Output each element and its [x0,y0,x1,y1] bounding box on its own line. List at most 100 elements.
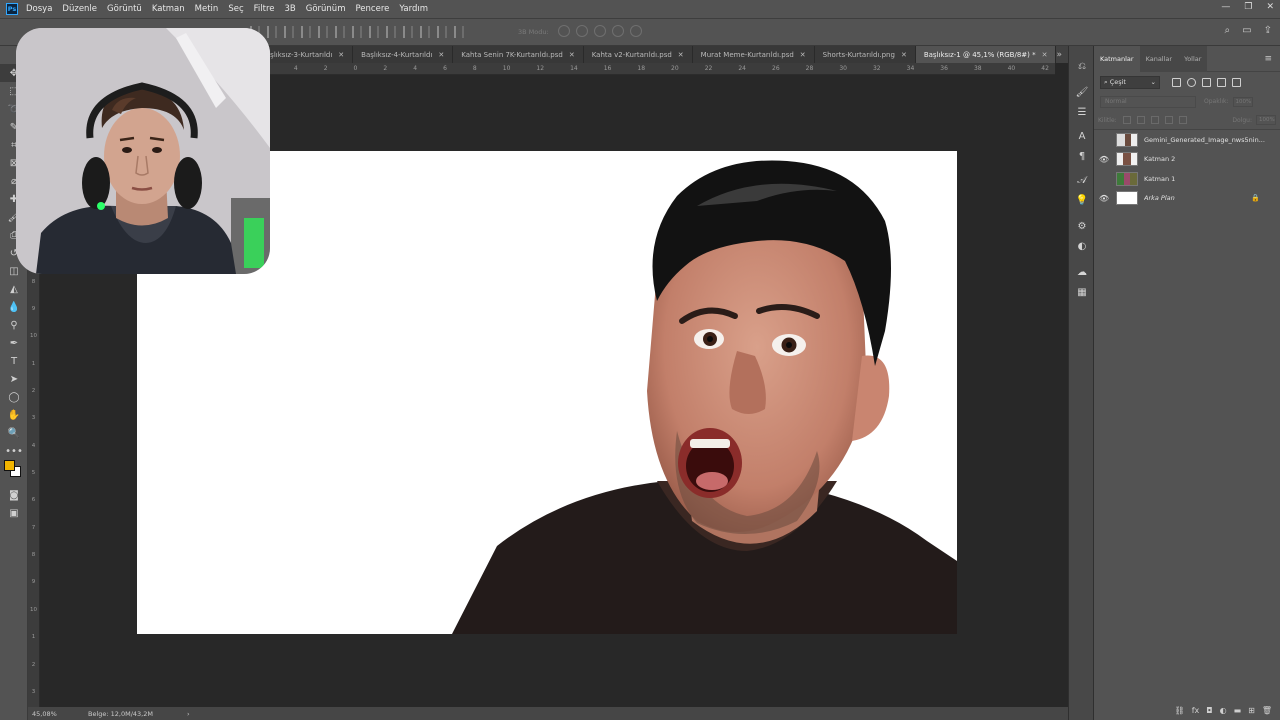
menu-sec[interactable]: Seç [228,4,243,14]
restore-button[interactable]: ❐ [1244,2,1252,12]
filter-smart-object-icon[interactable] [1232,77,1241,87]
link-layers-icon[interactable]: ⛓ [1175,706,1185,715]
layer-filter-select[interactable]: ⌕ Çeşit ⌄ [1100,75,1160,89]
align-vcenter-icon[interactable] [267,26,277,38]
filter-pixel-icon[interactable] [1172,77,1181,87]
3d-orbit-icon[interactable] [558,25,570,37]
tab-close-icon[interactable]: ✕ [1042,51,1048,59]
new-group-icon[interactable]: ▬ [1234,706,1242,715]
align-hcenter-icon[interactable] [318,26,328,38]
tab-murat-meme[interactable]: Murat Meme-Kurtarıldı.psd ✕ [692,46,815,63]
adjustment-layer-icon[interactable]: ◐ [1220,706,1227,715]
distribute-hcenter-icon[interactable] [420,26,430,38]
share-icon[interactable]: ⇪ [1264,25,1272,36]
menu-goruntu[interactable]: Görüntü [107,4,142,14]
trash-icon[interactable]: 🗑 [1262,706,1272,715]
tab-shorts[interactable]: Shorts-Kurtarıldı.png ✕ [814,46,916,63]
layer-gemini[interactable]: Gemini_Generated_Image_nws5nin... [1094,130,1280,150]
3d-slide-icon[interactable] [612,25,624,37]
menu-filtre[interactable]: Filtre [254,4,275,14]
ellipse-tool-icon[interactable]: ◯ [0,388,28,406]
align-left-icon[interactable] [301,26,311,38]
distribute-vcenter-icon[interactable] [369,26,379,38]
brush-settings-icon[interactable]: 🖌 [1069,82,1095,102]
layer-katman-1[interactable]: Katman 1 [1094,169,1280,189]
panel-menu-icon[interactable]: ≡ [1264,54,1272,64]
workspace-icon[interactable]: ▭ [1242,25,1251,36]
zoom-level[interactable]: 45,08% [28,710,72,718]
tab-close-icon[interactable]: ✕ [800,51,806,59]
align-bottom-icon[interactable] [284,26,294,38]
tab-baslıksız-4[interactable]: Başlıksız-4-Kurtarıldı ✕ [353,46,454,63]
menu-katman[interactable]: Katman [152,4,185,14]
align-right-icon[interactable] [335,26,345,38]
eye-icon[interactable]: 👁 [1094,194,1114,203]
learn-icon[interactable]: 💡 [1069,190,1095,210]
minimize-button[interactable]: — [1221,2,1230,12]
gradient-tool-icon[interactable]: ◭ [0,280,28,298]
pen-tool-icon[interactable]: ✒ [0,334,28,352]
foreground-color-swatch[interactable] [4,460,15,471]
tab-kanallar[interactable]: Kanallar [1139,45,1179,72]
distribute-top-icon[interactable] [352,26,362,38]
new-layer-icon[interactable]: ⊞ [1248,706,1255,715]
screen-mode-icon[interactable]: ▣ [0,504,28,522]
tab-close-icon[interactable]: ✕ [569,51,575,59]
tab-kahta-v2[interactable]: Kahta v2-Kurtarıldı.psd ✕ [583,46,693,63]
lock-transparent-icon[interactable] [1122,116,1131,124]
status-menu-arrow[interactable]: › [187,710,190,718]
menu-pencere[interactable]: Pencere [355,4,389,14]
lock-position-icon[interactable] [1150,116,1159,124]
distribute-left-icon[interactable] [403,26,413,38]
close-button[interactable]: ✕ [1266,2,1274,12]
type-tool-icon[interactable]: T [0,352,28,370]
3d-roll-icon[interactable] [576,25,588,37]
eye-icon[interactable]: 👁 [1094,155,1114,164]
layer-katman-2[interactable]: 👁 Katman 2 [1094,150,1280,170]
distribute-right-icon[interactable] [437,26,447,38]
filter-shape-icon[interactable] [1217,77,1226,87]
search-icon[interactable]: ⌕ [1225,25,1231,36]
more-tools-icon[interactable]: ••• [0,442,28,460]
paragraph-icon[interactable]: ¶ [1069,146,1095,166]
menu-3b[interactable]: 3B [285,4,296,14]
add-mask-icon[interactable]: ◘ [1206,706,1212,715]
lock-image-icon[interactable] [1136,116,1145,124]
path-selection-tool-icon[interactable]: ➤ [0,370,28,388]
glyphs-icon[interactable]: 𝒜 [1069,170,1095,190]
tab-close-icon[interactable]: ✕ [338,51,344,59]
tab-yollar[interactable]: Yollar [1178,45,1208,72]
3d-pan-icon[interactable] [594,25,606,37]
menu-duzenle[interactable]: Düzenle [62,4,97,14]
blend-mode-select[interactable]: Normal [1100,95,1196,108]
zoom-tool-icon[interactable]: 🔍 [0,424,28,442]
fill-field[interactable]: 100% [1256,115,1276,125]
filter-adjustment-icon[interactable] [1187,77,1196,87]
tab-close-icon[interactable]: ✕ [438,51,444,59]
properties-icon[interactable]: ☰ [1069,102,1095,122]
adjustments-icon[interactable]: ◐ [1069,236,1095,256]
tabs-overflow-icon[interactable]: » [1056,50,1062,60]
menu-dosya[interactable]: Dosya [26,4,52,14]
auto-align-icon[interactable] [454,26,464,38]
lock-artboard-icon[interactable] [1164,116,1173,124]
hand-tool-icon[interactable]: ✋ [0,406,28,424]
distribute-bottom-icon[interactable] [386,26,396,38]
character-icon[interactable]: A [1069,126,1095,146]
opacity-field[interactable]: 100% [1232,96,1253,107]
patterns-icon[interactable]: ▦ [1069,282,1095,302]
lock-all-icon[interactable] [1178,116,1187,124]
tab-baslıksız-1[interactable]: Başlıksız-1 @ 45,1% (RGB/8#) * ✕ [915,46,1057,63]
menu-metin[interactable]: Metin [195,4,219,14]
filter-type-icon[interactable] [1202,77,1211,87]
layer-arka-plan[interactable]: 👁 Arka Plan 🔒 [1094,189,1280,209]
swatches-icon[interactable]: ⚙ [1069,216,1095,236]
tab-close-icon[interactable]: ✕ [901,51,907,59]
tab-kahta-senin[interactable]: Kahta Senin 7K-Kurtarıldı.psd ✕ [453,46,584,63]
libraries-icon[interactable]: ☁ [1069,262,1095,282]
quick-mask-icon[interactable]: ◙ [0,486,28,504]
tab-katmanlar[interactable]: Katmanlar [1094,45,1140,72]
history-icon[interactable]: ⎌ [1069,56,1095,76]
fx-icon[interactable]: fx [1192,706,1200,715]
menu-yardim[interactable]: Yardım [399,4,428,14]
